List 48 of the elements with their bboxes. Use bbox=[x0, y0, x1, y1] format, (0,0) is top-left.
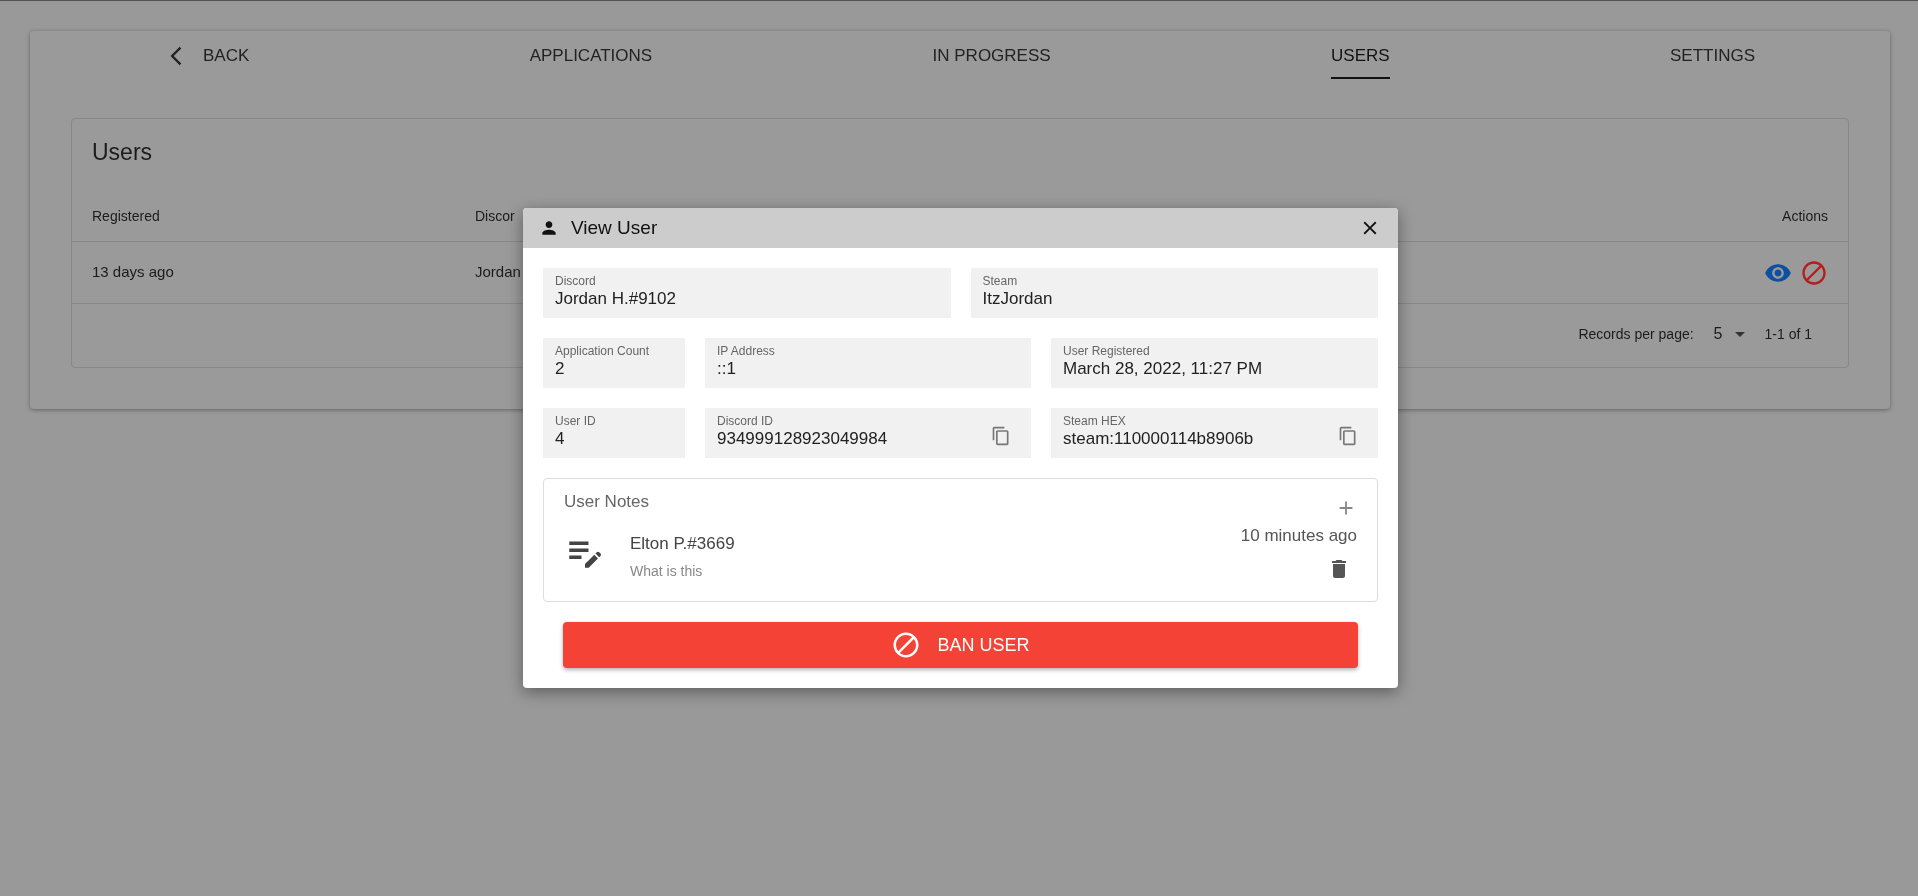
field-value: steam:110000114b8906b bbox=[1063, 428, 1255, 450]
field-value: Jordan H.#9102 bbox=[555, 288, 677, 310]
readonly-field[interactable]: Steam HEX steam:110000114b8906b bbox=[1051, 408, 1378, 458]
column-header: Discor bbox=[475, 207, 515, 226]
field-label: Discord ID bbox=[717, 414, 774, 428]
field-label: Steam bbox=[982, 274, 1019, 288]
field-label: Application Count bbox=[555, 344, 651, 358]
field-label: Steam HEX bbox=[1063, 414, 1127, 428]
readonly-field[interactable]: Steam ItzJordan bbox=[970, 268, 1378, 318]
copy-icon[interactable] bbox=[991, 426, 1011, 446]
nav-tab[interactable]: USERS bbox=[1331, 33, 1390, 79]
users-title: Users bbox=[91, 138, 154, 167]
notes-title: User Notes bbox=[564, 491, 650, 513]
table-cell-text: 13 days ago bbox=[92, 262, 175, 283]
column-header: Actions bbox=[1782, 207, 1828, 226]
nav-tab[interactable]: APPLICATIONS bbox=[529, 33, 653, 79]
copy-icon[interactable] bbox=[1338, 426, 1358, 446]
field-value: 2 bbox=[555, 358, 566, 380]
field-label: User ID bbox=[555, 414, 597, 428]
nav-tab[interactable]: SETTINGS bbox=[1669, 33, 1755, 79]
ban-user-button[interactable]: BAN USER bbox=[563, 622, 1358, 668]
readonly-field[interactable]: IP Address ::1 bbox=[705, 338, 1031, 388]
records-per-page-select[interactable]: 5 bbox=[1713, 322, 1745, 346]
field-label: User Registered bbox=[1063, 344, 1151, 358]
readonly-field[interactable]: Discord Jordan H.#9102 bbox=[543, 268, 951, 318]
readonly-field[interactable]: User Registered March 28, 2022, 11:27 PM bbox=[1051, 338, 1378, 388]
field-value: March 28, 2022, 11:27 PM bbox=[1063, 358, 1264, 380]
caret-icon bbox=[1734, 331, 1745, 337]
field-label: Discord bbox=[555, 274, 597, 288]
field-value: 4 bbox=[555, 428, 566, 450]
page-range: 1-1 of 1 bbox=[1764, 324, 1812, 344]
nav-tab[interactable]: IN PROGRESS bbox=[932, 33, 1051, 79]
note-time: 10 minutes ago bbox=[1240, 525, 1357, 547]
dialog-title: View User bbox=[571, 215, 658, 240]
readonly-field[interactable]: Application Count 2 bbox=[543, 338, 685, 388]
note-author: Elton P.#3669 bbox=[630, 533, 735, 555]
readonly-field[interactable]: Discord ID 934999128923049984 bbox=[705, 408, 1031, 458]
records-per-page-label: Records per page: bbox=[1578, 324, 1694, 344]
field-label: IP Address bbox=[717, 344, 776, 358]
note-text: What is this bbox=[630, 561, 704, 581]
readonly-field[interactable]: User ID 4 bbox=[543, 408, 685, 458]
back-button[interactable]: BACK bbox=[165, 43, 250, 69]
table-cell-text: Jordan bbox=[475, 262, 521, 283]
field-value: 934999128923049984 bbox=[717, 428, 889, 450]
ban-icon[interactable] bbox=[1800, 258, 1828, 287]
field-value: ::1 bbox=[717, 358, 737, 380]
field-value: ItzJordan bbox=[982, 288, 1054, 310]
column-header: Registered bbox=[92, 207, 161, 226]
